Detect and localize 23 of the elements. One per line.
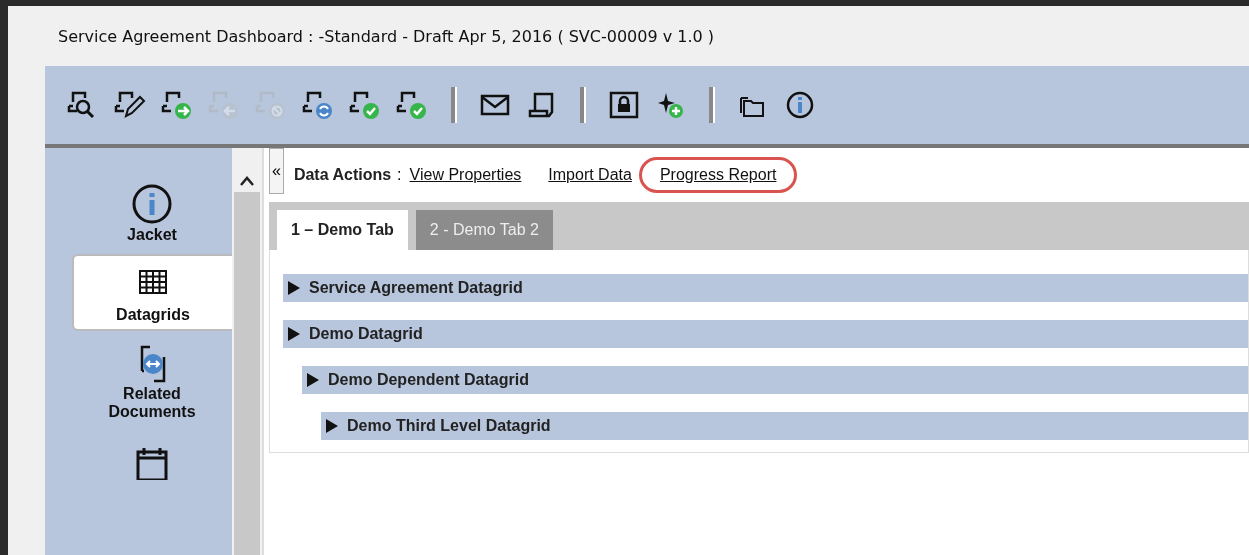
toolbar-separator <box>709 87 715 123</box>
datagrid-header[interactable]: Service Agreement Datagrid <box>283 274 1248 302</box>
tab[interactable]: 1 – Demo Tab <box>277 210 408 250</box>
expand-triangle-icon <box>287 326 301 342</box>
info-icon <box>130 182 174 226</box>
datagrid-header[interactable]: Demo Third Level Datagrid <box>321 412 1248 440</box>
toolbar-separator <box>580 87 586 123</box>
action-link[interactable]: Import Data <box>548 166 632 184</box>
expand-triangle-icon <box>325 418 339 434</box>
label-separator: : <box>397 166 402 184</box>
expand-triangle-icon <box>306 372 320 388</box>
data-actions-label: Data Actions <box>293 166 392 184</box>
expand-triangle-icon <box>287 280 301 296</box>
sidebar-item[interactable]: Related Documents <box>72 335 232 427</box>
sidebar-item[interactable]: Jacket <box>72 176 232 250</box>
sidebar-item-selected[interactable]: Datagrids <box>72 253 232 332</box>
action-link[interactable]: View Properties <box>409 166 522 184</box>
window-title: Service Agreement Dashboard : -Standard - Draft Apr 5, 2016 ( SVC-00009 v 1.0 ) <box>58 26 715 46</box>
action-link[interactable]: Progress Report <box>638 157 798 193</box>
collapse-panel-button[interactable]: « <box>269 148 284 194</box>
toolbar-separator <box>451 87 457 123</box>
datagrid-header[interactable]: Demo Datagrid <box>283 320 1248 348</box>
datagrid-header[interactable]: Demo Dependent Datagrid <box>302 366 1248 394</box>
